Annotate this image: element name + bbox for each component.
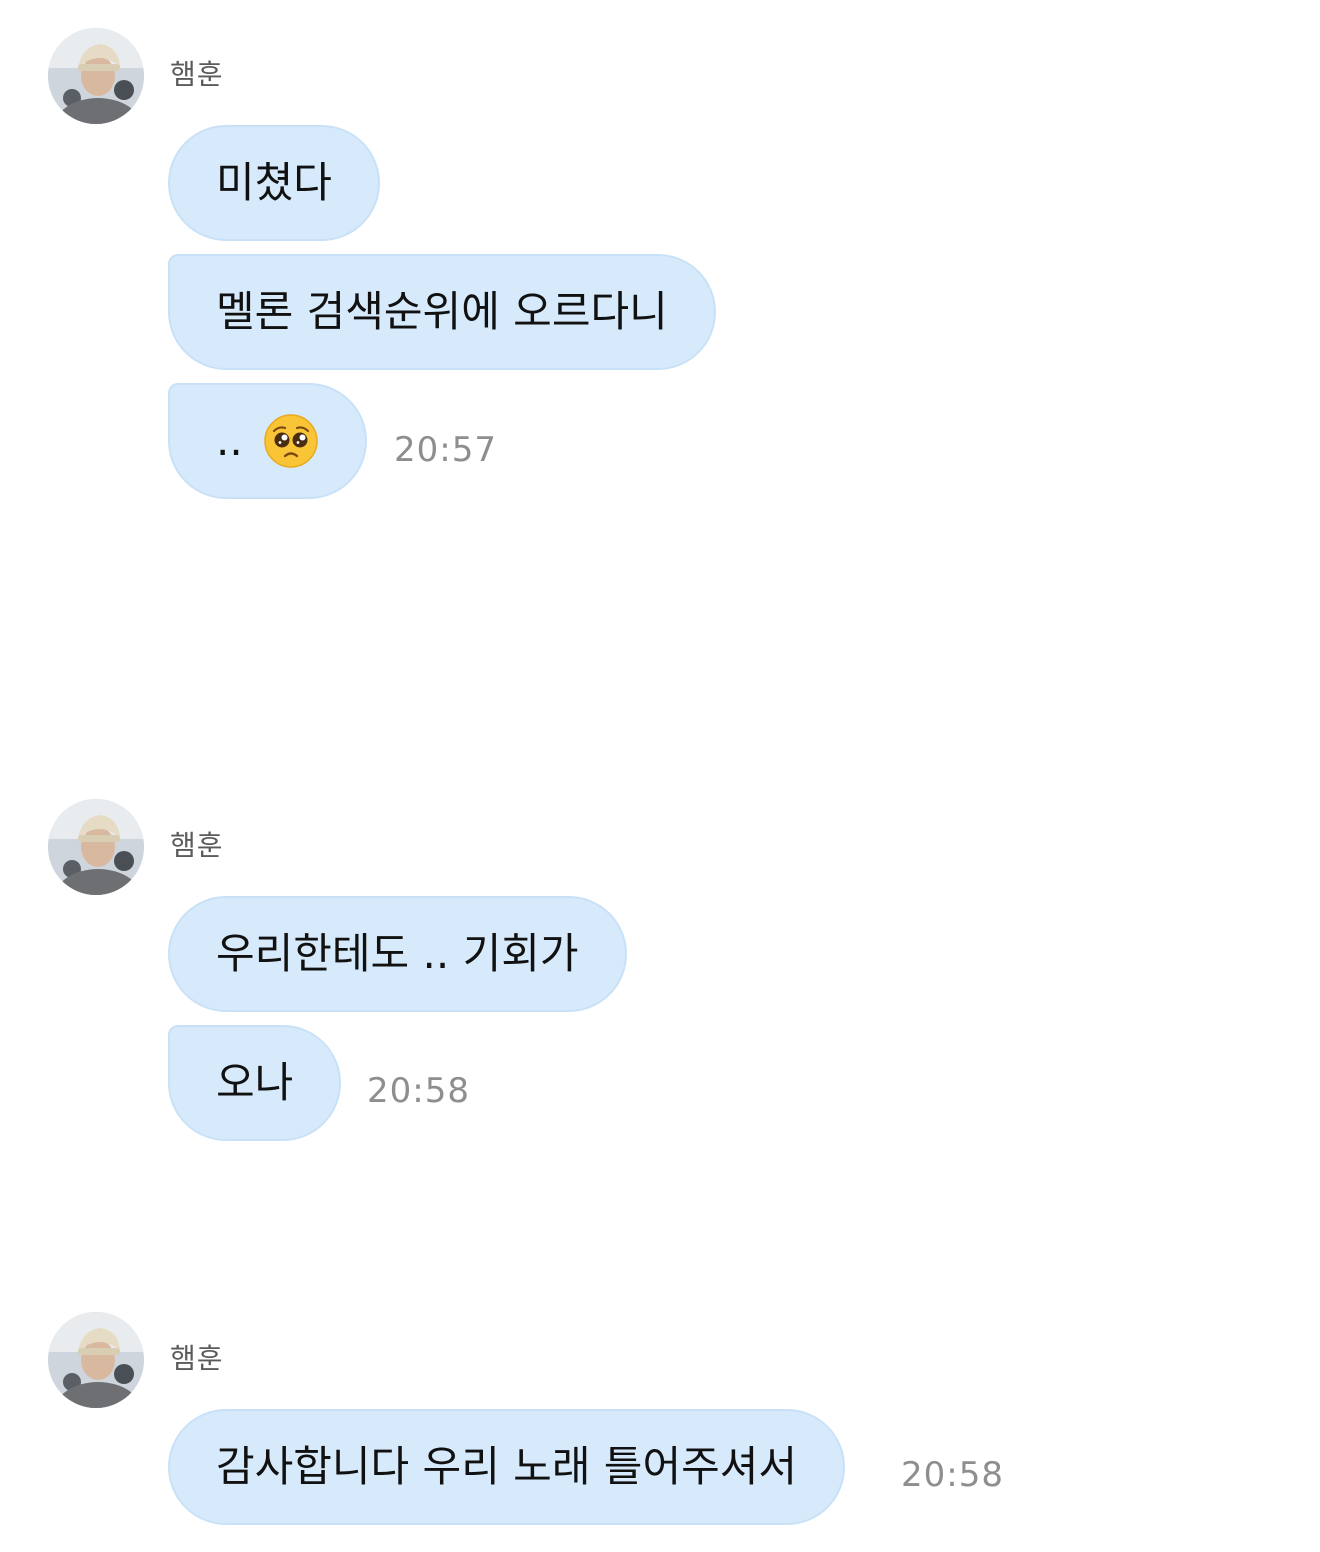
message-text: .. [216, 416, 243, 465]
avatar[interactable] [48, 28, 144, 124]
profile-photo-icon [48, 799, 144, 895]
avatar[interactable] [48, 799, 144, 895]
message-text: 감사합니다 우리 노래 틀어주셔서 [216, 1442, 798, 1491]
message-text: 우리한테도 .. 기회가 [216, 929, 579, 978]
avatar[interactable] [48, 1312, 144, 1408]
message-bubble[interactable]: 오나 [168, 1025, 342, 1141]
message-bubble[interactable]: 우리한테도 .. 기회가 [168, 896, 627, 1012]
message-bubble[interactable]: 미쳤다 [168, 125, 380, 241]
sender-name: 햄훈 [170, 58, 224, 91]
timestamp: 20:58 [901, 1455, 1004, 1495]
sender-name: 햄훈 [170, 829, 224, 862]
profile-photo-icon [48, 1312, 144, 1408]
message-bubble[interactable]: .. [168, 383, 367, 499]
message-text: 멜론 검색순위에 오르다니 [216, 287, 668, 336]
message-text: 미쳤다 [216, 158, 332, 207]
pleading-face-emoji-icon [263, 413, 319, 469]
message-text: 오나 [216, 1058, 294, 1107]
sender-name: 햄훈 [170, 1342, 224, 1375]
message-bubble[interactable]: 멜론 검색순위에 오르다니 [168, 254, 716, 370]
timestamp: 20:58 [367, 1071, 470, 1111]
message-bubble[interactable]: 감사합니다 우리 노래 틀어주셔서 [168, 1409, 846, 1525]
profile-photo-icon [48, 28, 144, 124]
timestamp: 20:57 [394, 430, 497, 470]
